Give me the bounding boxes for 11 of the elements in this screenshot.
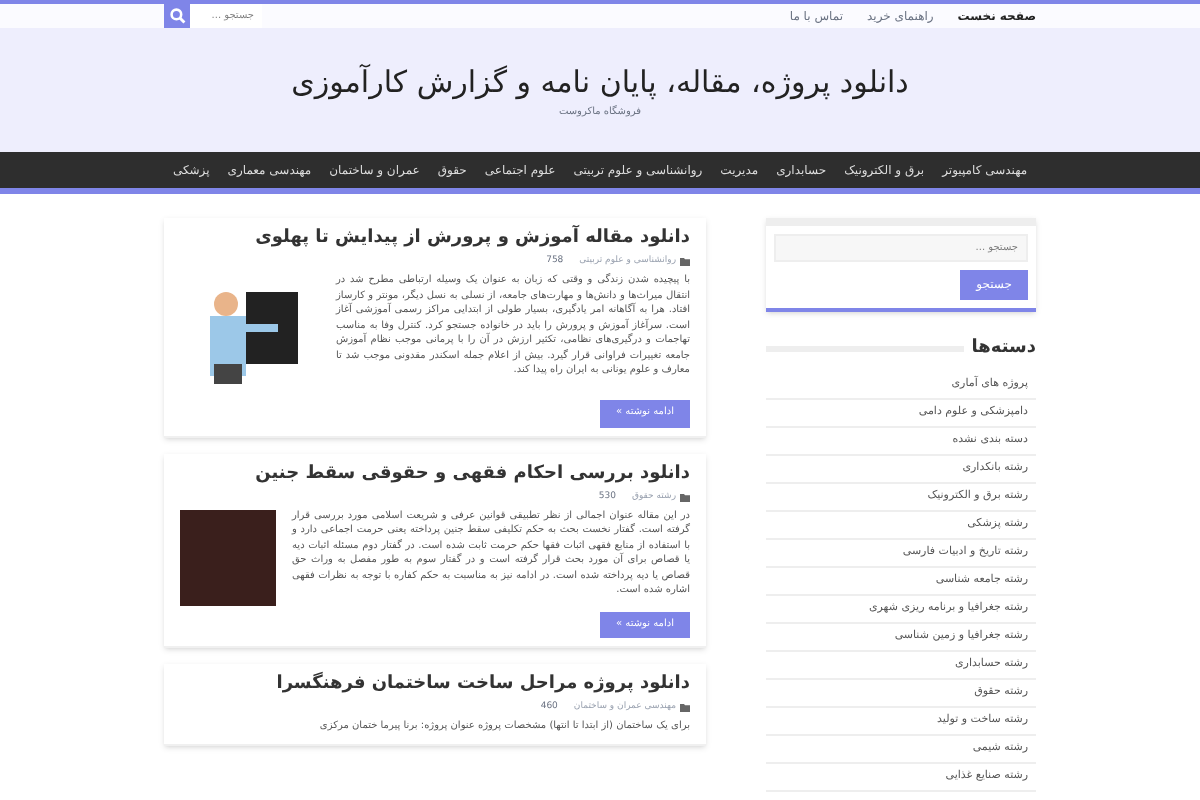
folder-icon xyxy=(680,704,690,712)
site-title[interactable]: دانلود پروژه، مقاله، پایان نامه و گزارش کارآموزی xyxy=(291,60,909,105)
folder-icon xyxy=(680,493,690,501)
post-title[interactable]: دانلود پروژه مراحل ساخت ساختمان فرهنگسرا xyxy=(180,672,690,696)
widget-title: دسته‌ها xyxy=(971,336,1036,362)
search-icon xyxy=(169,8,185,24)
folder-icon xyxy=(680,258,690,266)
photo-placeholder xyxy=(180,509,276,605)
post-title[interactable]: دانلود بررسی احکام فقهی و حقوقی سقط جنین xyxy=(180,461,690,485)
search-button[interactable] xyxy=(164,3,190,29)
post-title[interactable]: دانلود مقاله آموزش و پرورش از پیدایش تا پهلوی xyxy=(180,226,690,250)
